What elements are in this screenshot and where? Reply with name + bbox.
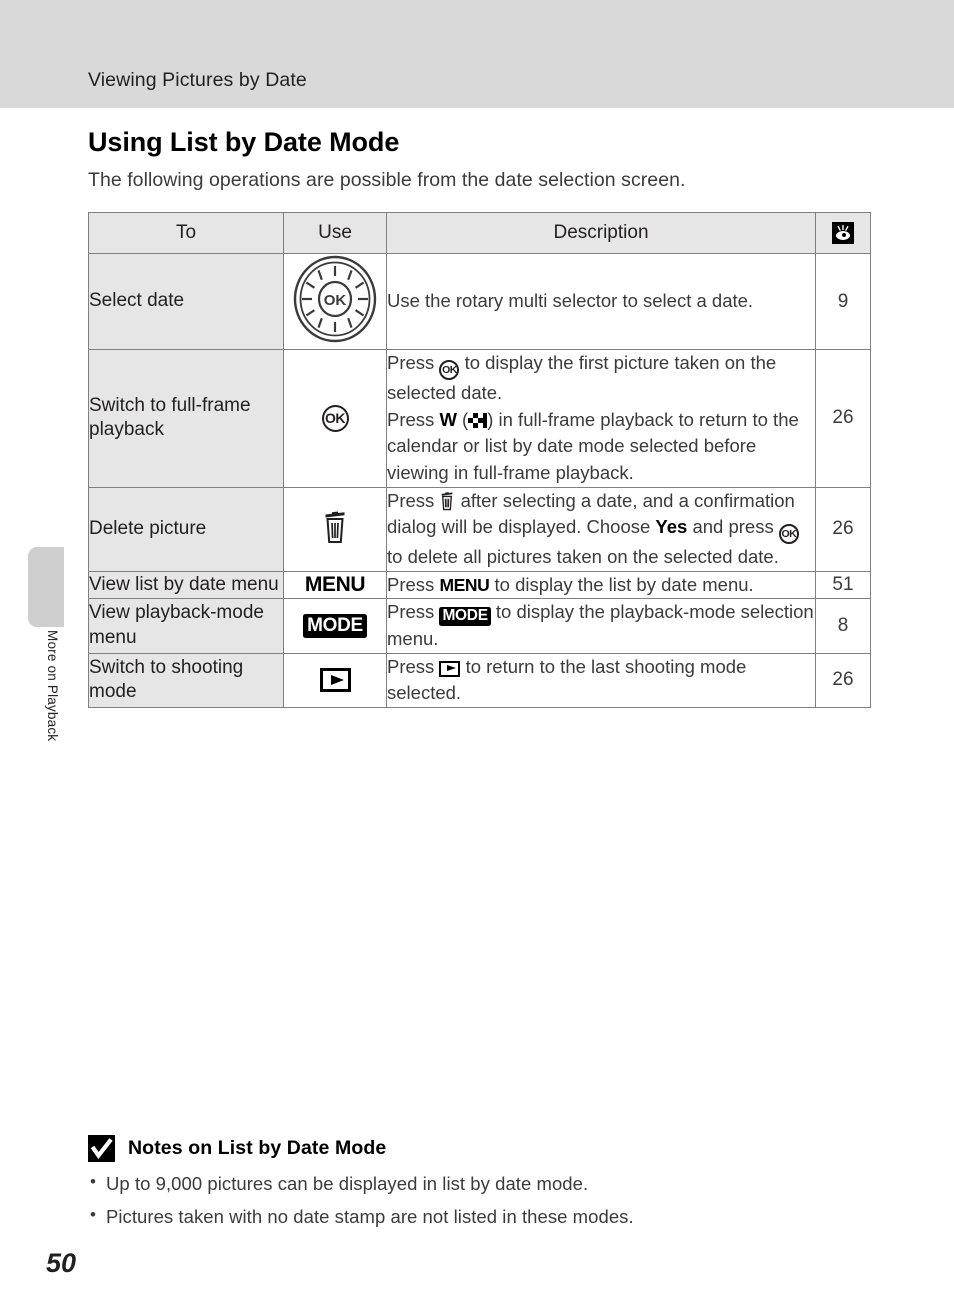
desc-text-1: Press (387, 601, 440, 623)
column-header-to: To (88, 212, 284, 254)
notes-section: Notes on List by Date Mode Up to 9,000 p… (88, 1135, 870, 1228)
row-description-switch-shooting-mode: Press to return to the last shooting mod… (386, 652, 816, 709)
table-row: Select date OK Use the rotary multi sele… (88, 253, 871, 350)
svg-text:OK: OK (324, 292, 347, 309)
caution-check-icon-glyph (90, 1138, 113, 1160)
menu-button-icon: MENU (304, 573, 366, 597)
row-use-delete-picture (283, 486, 387, 572)
desc-text-5: to delete all pictures taken on the sele… (387, 546, 779, 568)
row-use-switch-shooting-mode (283, 652, 387, 709)
list-item: Up to 9,000 pictures can be displayed in… (88, 1172, 870, 1195)
playback-button-icon (319, 668, 351, 693)
list-item: Pictures taken with no date stamp are no… (88, 1205, 870, 1228)
row-description-switch-fullframe: Press OK to display the first picture ta… (386, 349, 816, 488)
row-use-view-playbackmode-menu: MODE (283, 598, 387, 654)
row-reference-switch-fullframe: 26 (815, 349, 871, 488)
row-description-view-listbydate-menu: Press MENU to display the list by date m… (386, 570, 816, 600)
desc-text-1: Press (387, 655, 440, 677)
column-header-reference (815, 212, 871, 254)
playback-button-icon (439, 660, 461, 677)
trash-delete-icon (442, 491, 453, 510)
desc-text-1: Press (387, 573, 440, 595)
row-label-select-date: Select date (88, 253, 284, 350)
table-header-row: To Use Description (88, 212, 871, 254)
page-title: Using List by Date Mode (88, 127, 400, 157)
row-label-view-playbackmode-menu: View playback-mode menu (88, 598, 284, 654)
page-number: 50 (46, 1248, 77, 1278)
table-row: Switch to shooting mode Press to return … (88, 652, 871, 709)
caution-check-icon (88, 1135, 115, 1162)
page-content: Using List by Date Mode The following op… (88, 108, 871, 709)
running-header-title: Viewing Pictures by Date (88, 69, 307, 91)
row-label-switch-fullframe: Switch to full-frame playback (88, 349, 284, 488)
row-reference-view-listbydate-menu: 51 (815, 570, 871, 600)
ok-button-icon: OK (321, 404, 349, 432)
trash-delete-icon (325, 511, 345, 543)
row-reference-view-playbackmode-menu: 8 (815, 598, 871, 654)
operations-table: To Use Description Select date OK Use th… (88, 212, 871, 709)
mode-button-icon: MODE (439, 607, 491, 627)
thumbnail-grid-icon (468, 412, 488, 428)
yes-option-label: Yes (655, 516, 688, 538)
reference-page-icon (832, 221, 854, 244)
desc-text-1: Press (387, 352, 440, 373)
notes-list: Up to 9,000 pictures can be displayed in… (88, 1172, 870, 1228)
chapter-tab-label: More on Playback (45, 630, 60, 742)
desc-text-3: Press (387, 408, 440, 430)
menu-button-icon: MENU (439, 574, 490, 595)
notes-heading: Notes on List by Date Mode (88, 1135, 870, 1162)
table-row: View list by date menu MENU Press MENU t… (88, 570, 871, 600)
reference-page-icon-rays (837, 224, 849, 231)
row-description-delete-picture: Press after selecting a date, and a conf… (386, 486, 816, 572)
ok-button-icon: OK (778, 524, 799, 545)
row-reference-delete-picture: 26 (815, 486, 871, 572)
row-description-select-date: Use the rotary multi selector to select … (386, 253, 816, 350)
row-label-delete-picture: Delete picture (88, 486, 284, 572)
row-description-view-playbackmode-menu: Press MODE to display the playback-mode … (386, 598, 816, 654)
desc-text-3: to display the list by date menu. (489, 573, 754, 595)
notes-title: Notes on List by Date Mode (128, 1137, 387, 1159)
chapter-tab-marker (28, 547, 64, 627)
column-header-use: Use (283, 212, 387, 254)
row-label-view-listbydate-menu: View list by date menu (88, 570, 284, 600)
row-reference-switch-shooting-mode: 26 (815, 652, 871, 709)
row-reference-select-date: 9 (815, 253, 871, 350)
section-intro-text: The following operations are possible fr… (88, 169, 686, 191)
column-header-description: Description (386, 212, 816, 254)
row-use-switch-fullframe: OK (283, 349, 387, 488)
row-use-view-listbydate-menu: MENU (283, 570, 387, 600)
mode-button-icon: MODE (303, 613, 367, 639)
row-label-switch-shooting-mode: Switch to shooting mode (88, 652, 284, 709)
desc-text-1: Press (387, 489, 440, 511)
desc-text-5: ( (456, 408, 469, 430)
desc-text-4: and press (687, 516, 779, 538)
table-row: Delete picture Press after selecting a d… (88, 486, 871, 572)
table-row: Switch to full-frame playback OK Press O… (88, 349, 871, 488)
w-button-label: W (439, 408, 457, 430)
table-row: View playback-mode menu MODE Press MODE … (88, 598, 871, 654)
rotary-multi-selector-dial-icon: OK (293, 255, 377, 343)
row-use-select-date: OK (283, 253, 387, 350)
running-header: Viewing Pictures by Date (0, 0, 954, 108)
ok-button-icon: OK (439, 360, 460, 380)
